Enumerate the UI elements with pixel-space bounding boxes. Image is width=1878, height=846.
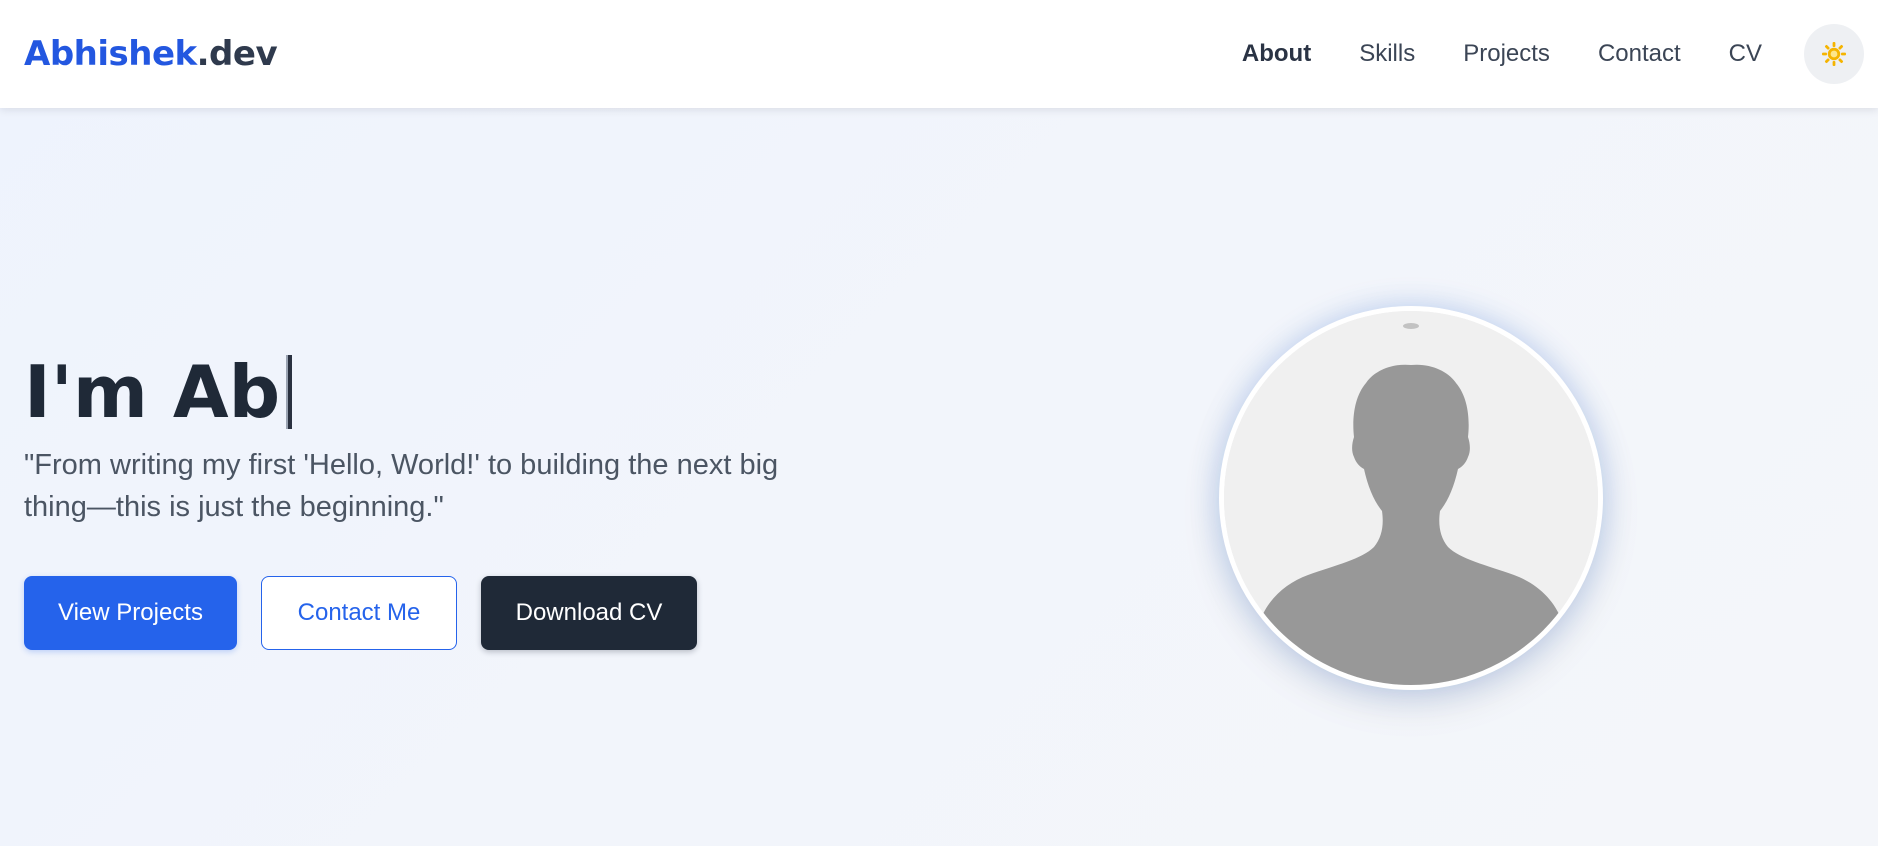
download-cv-button[interactable]: Download CV (481, 576, 697, 650)
contact-me-button[interactable]: Contact Me (261, 576, 457, 650)
hero-quote: "From writing my first 'Hello, World!' t… (24, 449, 779, 523)
profile-avatar (1219, 306, 1603, 690)
hero-actions: View Projects Contact Me Download CV (24, 576, 721, 650)
nav-link-contact[interactable]: Contact (1598, 40, 1681, 68)
typed-title-text: I'm Ab (24, 350, 281, 434)
nav-link-about[interactable]: About (1242, 40, 1311, 68)
theme-toggle-button[interactable] (1804, 24, 1864, 84)
hero-title: I'm Ab (24, 344, 293, 440)
logo-suffix: .dev (196, 34, 278, 74)
site-logo[interactable]: Abhishek.dev (24, 34, 278, 74)
logo-name: Abhishek (24, 34, 197, 74)
person-silhouette-icon (1224, 311, 1598, 685)
typing-cursor (286, 355, 293, 429)
navbar: Abhishek.dev About Skills Projects Conta… (0, 0, 1878, 108)
view-projects-button[interactable]: View Projects (24, 576, 237, 650)
avatar-image (1224, 311, 1598, 685)
sun-icon (1822, 42, 1846, 66)
nav-link-cv[interactable]: CV (1729, 40, 1762, 68)
nav-links: About Skills Projects Contact CV (1242, 0, 1878, 108)
nav-link-projects[interactable]: Projects (1463, 40, 1550, 68)
nav-link-skills[interactable]: Skills (1359, 40, 1415, 68)
